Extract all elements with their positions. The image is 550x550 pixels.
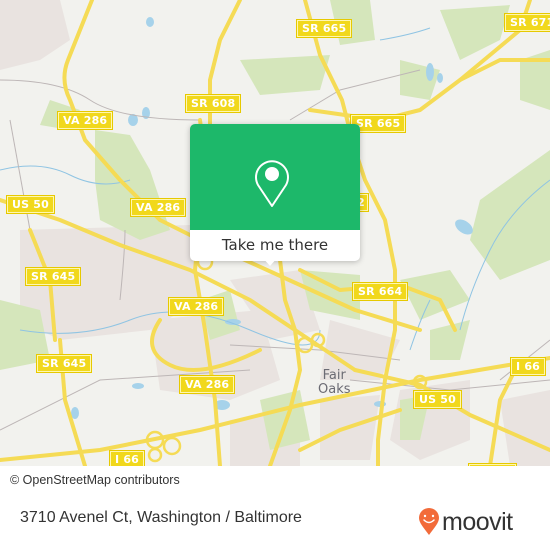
location-popup: Take me there <box>190 124 360 266</box>
road-shield: US 29 <box>469 464 516 466</box>
address-text: 3710 Avenel Ct, Washington / Baltimore <box>20 509 302 526</box>
road-shield: VA 286 <box>58 112 113 129</box>
moovit-pin-icon <box>419 508 439 535</box>
road-shield: SR 645 <box>37 355 92 372</box>
road-shield: SR 645 <box>26 268 81 285</box>
road-shield: VA 286 <box>131 199 186 216</box>
popup-header <box>190 124 360 230</box>
popup-pointer <box>262 257 278 266</box>
place-label-line2: Oaks <box>318 382 351 397</box>
road-shield: SR 671 <box>505 14 550 31</box>
road-shield: I 66 <box>110 451 145 466</box>
road-shield: SR 664 <box>353 283 408 300</box>
footer: 3710 Avenel Ct, Washington / Baltimore m… <box>0 491 550 550</box>
map-attribution[interactable]: © OpenStreetMap contributors <box>0 469 215 491</box>
road-shield: US 50 <box>414 391 461 408</box>
brand-name: moovit <box>442 507 513 536</box>
road-shield: US 50 <box>7 196 54 213</box>
map-pin-icon <box>255 160 289 207</box>
place-label-line1: Fair <box>322 368 346 383</box>
road-shield: SR 608 <box>186 95 241 112</box>
road-shield: I 66 <box>511 358 546 375</box>
road-shield: VA 286 <box>180 376 235 393</box>
place-label-fair-oaks: Fair Oaks <box>318 369 351 397</box>
road-shield: VA 286 <box>169 298 224 315</box>
moovit-logo[interactable]: moovit <box>418 508 513 536</box>
road-shield: SR 665 <box>297 20 352 37</box>
